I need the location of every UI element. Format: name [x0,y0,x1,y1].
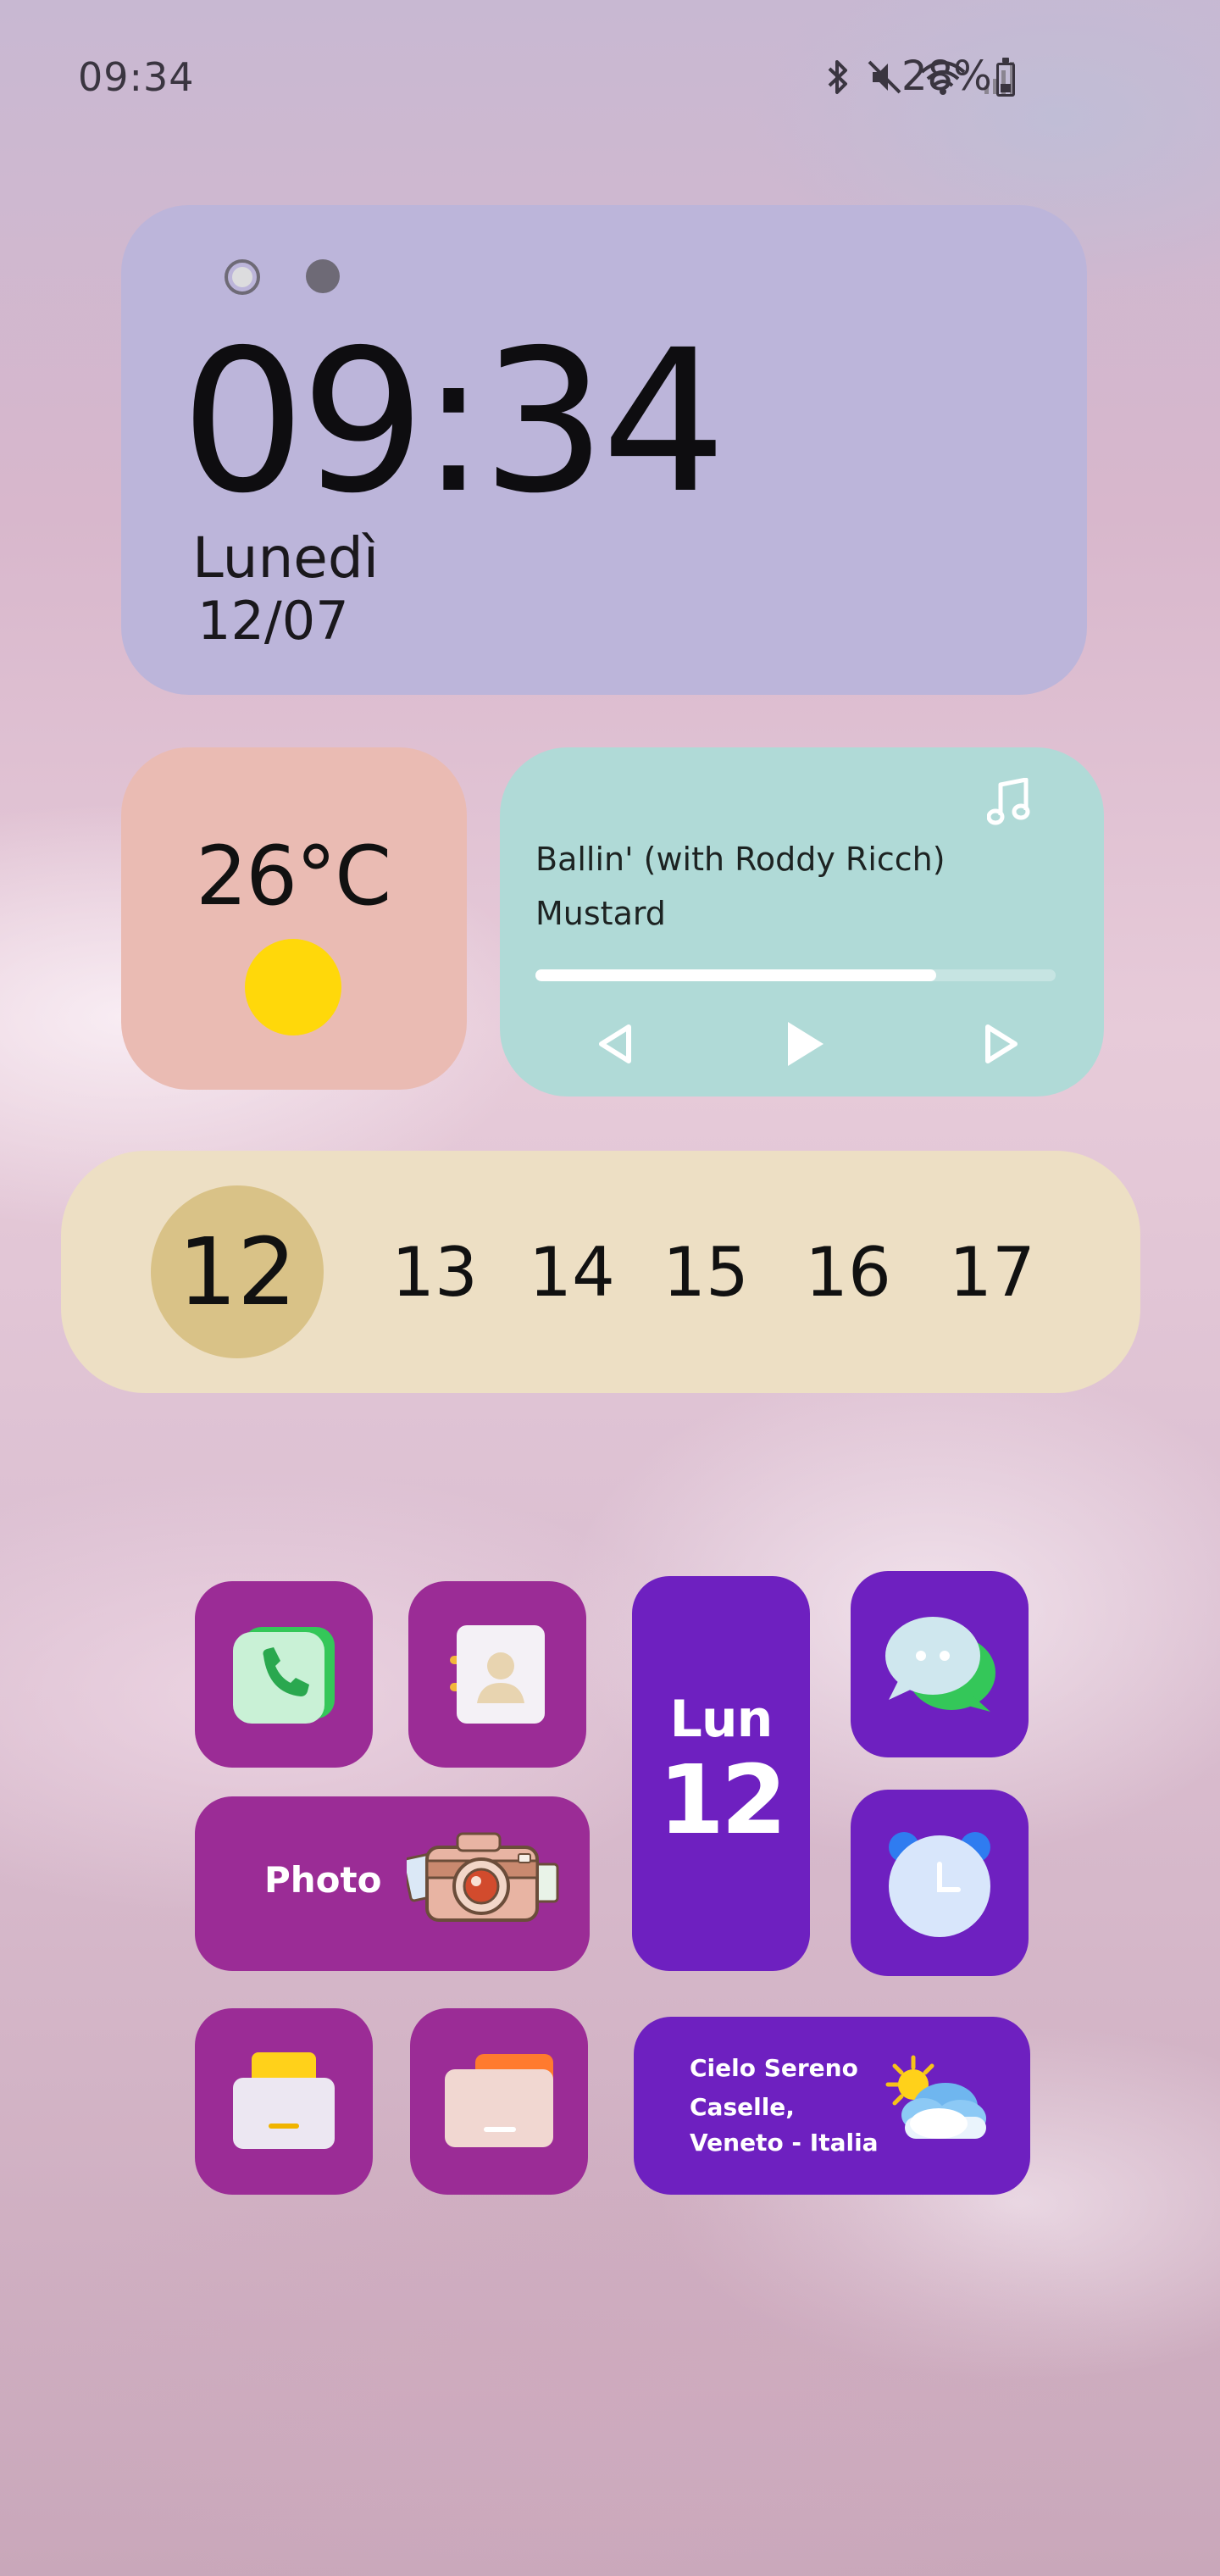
week-day-label: 17 [949,1232,1035,1312]
weather-location-region: Veneto - Italia [690,2129,879,2157]
week-day[interactable]: 13 [380,1151,490,1393]
week-day-selected[interactable]: 12 [151,1151,324,1393]
week-day[interactable]: 15 [651,1151,761,1393]
page-indicator-dot[interactable] [306,259,340,293]
track-title: Ballin' (with Roddy Ricch) [535,841,946,878]
next-icon [985,1024,1018,1063]
progress-bar[interactable] [535,969,1056,981]
week-day[interactable]: 14 [517,1151,627,1393]
weather-condition: Cielo Sereno [690,2054,858,2082]
photo-app[interactable]: Photo [195,1796,590,1971]
week-strip[interactable]: 12 13 14 15 16 17 [61,1151,1140,1393]
clock-day: Lunedì [192,525,380,591]
weather-widget[interactable]: 26°C [121,747,467,1090]
week-day-label: 14 [529,1232,615,1312]
page-indicator-dot-active[interactable] [225,259,260,295]
files-app[interactable] [410,2008,588,2195]
status-bar: 09:34 28% [0,0,1220,153]
alarm-clock-icon [889,1832,990,1937]
sun-icon [245,939,341,1035]
battery-icon [996,58,1015,97]
mail-app[interactable] [195,2008,373,2195]
phone-app[interactable] [195,1581,373,1768]
track-artist: Mustard [535,895,666,932]
mail-icon [233,2052,335,2149]
clock-date: 12/07 [197,590,349,652]
music-note-icon [987,778,1030,825]
phone-icon [233,1627,335,1724]
sun-cloud-icon [885,2055,986,2139]
play-button[interactable] [771,1010,839,1078]
weather-temperature: 26°C [196,829,391,924]
status-time: 09:34 [78,54,195,100]
progress-fill [535,969,936,981]
clock-time: 09:34 [180,308,727,536]
calendar-weekday: Lun [669,1690,774,1749]
messages-app[interactable] [851,1571,1029,1757]
battery-percent: 28% [901,53,992,100]
contacts-icon [450,1625,545,1724]
contacts-app[interactable] [408,1581,586,1768]
week-day-label: 12 [178,1218,297,1326]
folder-icon [445,2054,553,2147]
alarm-app[interactable] [851,1790,1029,1976]
photo-app-label: Photo [264,1859,382,1901]
chat-bubbles-icon [885,1617,995,1712]
calendar-date: 12 [658,1746,787,1856]
previous-button[interactable] [581,1010,649,1078]
calendar-app[interactable]: Lun 12 [632,1576,810,1971]
week-day[interactable]: 17 [937,1151,1047,1393]
week-day-label: 13 [391,1232,478,1312]
weather-location-city: Caselle, [690,2093,795,2121]
week-day-label: 15 [663,1232,749,1312]
weather-app[interactable]: Cielo Sereno Caselle, Veneto - Italia [634,2017,1030,2195]
music-widget[interactable]: Ballin' (with Roddy Ricch) Mustard [500,747,1104,1096]
clock-widget[interactable]: 09:34 Lunedì 12/07 [121,205,1087,695]
mute-icon [868,60,901,94]
bluetooth-icon [828,60,847,94]
previous-icon [599,1024,631,1063]
play-icon [788,1022,824,1066]
week-day-label: 16 [805,1232,891,1312]
camera-icon [407,1832,559,1922]
next-button[interactable] [968,1010,1035,1078]
week-day[interactable]: 16 [793,1151,903,1393]
